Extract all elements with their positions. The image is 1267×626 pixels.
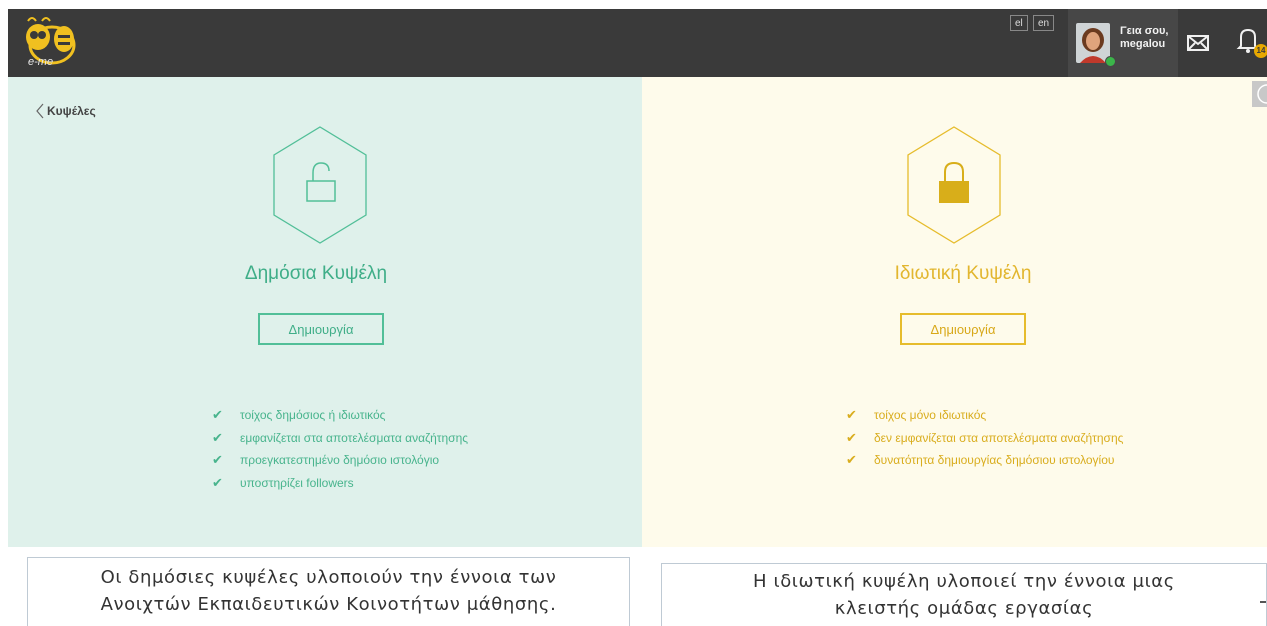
- private-hive-emblem: [904, 125, 1004, 245]
- caption-line: Οι δημόσιες κυψέλες υλοποιούν την έννοια…: [100, 567, 557, 588]
- user-menu[interactable]: Γεια σου, megalou: [1068, 9, 1178, 77]
- public-hive-caption: Οι δημόσιες κυψέλες υλοποιούν την έννοια…: [27, 557, 630, 626]
- public-hive-title: Δημόσια Κυψέλη: [244, 263, 388, 284]
- check-icon: ✔: [212, 474, 223, 490]
- list-item: ✔ τοίχος δημόσιος ή ιδιωτικός: [212, 404, 468, 427]
- public-hive-emblem: [270, 125, 370, 245]
- lang-en-button[interactable]: en: [1033, 15, 1055, 31]
- user-greeting: Γεια σου, megalou: [1120, 25, 1168, 51]
- help-button[interactable]: [1252, 81, 1267, 107]
- private-hive-features: ✔ τοίχος μόνο ιδιωτικός ✔ δεν εμφανίζεται …: [846, 404, 1123, 472]
- top-bar: e-me el en Γεια σου, megalou 14: [8, 9, 1267, 77]
- private-hive-caption: Η ιδιωτική κυψέλη υλοποιεί την έννοια μι…: [661, 563, 1267, 626]
- list-item: ✔ εμφανίζεται στα αποτελέσματα αναζήτησης: [212, 427, 468, 450]
- feature-text: τοίχος δημόσιος ή ιδιωτικός: [240, 408, 386, 423]
- feature-text: εμφανίζεται στα αποτελέσματα αναζήτησης: [240, 430, 469, 445]
- list-item: ✔ δυνατότητα δημιουργίας δημόσιου ιστολογ…: [846, 449, 1123, 472]
- back-link-label: Κυψέλες: [47, 104, 96, 118]
- check-icon: ✔: [846, 429, 857, 445]
- create-public-hive-button[interactable]: Δημιουργία: [258, 313, 384, 345]
- check-icon: ✔: [846, 407, 857, 423]
- feature-text: προεγκατεστημένο δημόσιο ιστολόγιο: [240, 453, 440, 468]
- check-icon: ✔: [212, 452, 223, 468]
- feature-text: δεν εμφανίζεται στα αποτελέσματα αναζήτη…: [874, 430, 1124, 445]
- list-item: ✔ δεν εμφανίζεται στα αποτελέσματα αναζήτ…: [846, 427, 1123, 450]
- notifications-button[interactable]: 14: [1236, 26, 1267, 60]
- check-icon: ✔: [212, 407, 223, 423]
- avatar: [1076, 23, 1110, 63]
- list-item: ✔ τοίχος μόνο ιδιωτικός: [846, 404, 1123, 427]
- caption-line: Η ιδιωτική κυψέλη υλοποιεί την έννοια μι…: [753, 571, 1175, 592]
- mail-button[interactable]: [1183, 29, 1213, 57]
- caption-line: Ανοιχτών Εκπαιδευτικών Κοινοτήτων μάθηση…: [100, 594, 557, 615]
- scroll-marker: [1260, 601, 1266, 603]
- unlocked-padlock-icon: [306, 162, 336, 202]
- feature-text: δυνατότητα δημιουργίας δημόσιου ιστολογί…: [874, 453, 1115, 468]
- check-icon: ✔: [212, 429, 223, 445]
- notification-badge: 14: [1254, 44, 1267, 58]
- create-private-hive-button[interactable]: Δημιουργία: [900, 313, 1026, 345]
- feature-text: τοίχος μόνο ιδιωτικός: [874, 408, 987, 423]
- lang-el-button[interactable]: el: [1010, 15, 1028, 31]
- username: megalou: [1120, 38, 1166, 50]
- bee-logo-icon: e-me: [26, 17, 76, 68]
- greeting-text: Γεια σου,: [1120, 25, 1169, 37]
- help-icon: [1257, 84, 1267, 104]
- back-link[interactable]: Κυψέλες: [36, 103, 96, 119]
- online-status-indicator: [1105, 56, 1116, 67]
- check-icon: ✔: [846, 452, 857, 468]
- e-me-logo[interactable]: e-me: [14, 13, 94, 71]
- list-item: ✔ προεγκατεστημένο δημόσιο ιστολόγιο: [212, 449, 468, 472]
- locked-padlock-icon: [939, 161, 969, 203]
- mail-icon: [1187, 35, 1209, 51]
- logo-text: e-me: [28, 56, 53, 68]
- caption-line: κλειστής ομάδας εργασίας: [834, 598, 1094, 619]
- private-hive-title: Ιδιωτική Κυψέλη: [894, 263, 1032, 284]
- chevron-left-icon: [36, 103, 44, 119]
- list-item: ✔ υποστηρίζει followers: [212, 472, 468, 495]
- public-hive-features: ✔ τοίχος δημόσιος ή ιδιωτικός ✔ εμφανίζετα…: [212, 404, 468, 494]
- feature-text: υποστηρίζει followers: [240, 475, 354, 490]
